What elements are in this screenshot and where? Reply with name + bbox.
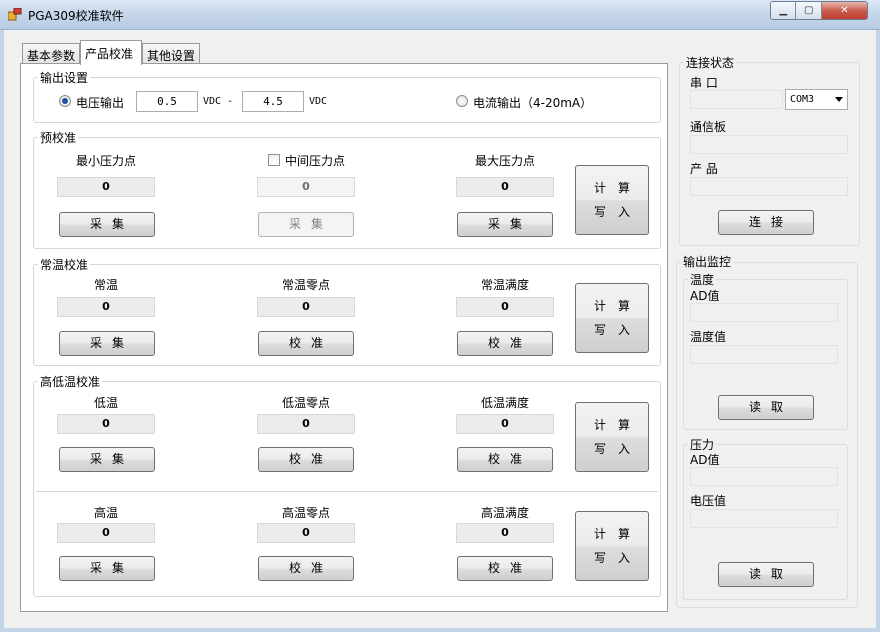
high-low-temp-legend: 高低温校准 (38, 373, 103, 390)
pressure-ad-label: AD值 (690, 453, 720, 467)
port-status-box (690, 90, 783, 109)
write-label: 写入 (593, 323, 642, 337)
vmax-input[interactable]: 4.5 (242, 91, 304, 112)
calc-label: 计算 (593, 181, 642, 195)
normal-temp-value: 0 (57, 297, 155, 317)
low-span-value: 0 (456, 414, 554, 434)
low-temp-value: 0 (57, 414, 155, 434)
current-output-label: 电流输出（4-20mA） (473, 96, 593, 110)
normal-zero-value: 0 (257, 297, 355, 317)
mid-pressure-value: 0 (257, 177, 355, 197)
title-bar (0, 0, 880, 30)
temperature-legend: 温度 (688, 271, 717, 288)
min-pressure-collect-button[interactable]: 采集 (59, 212, 155, 237)
vmin-input[interactable]: 0.5 (136, 91, 198, 112)
write-label: 写入 (593, 205, 642, 219)
mid-pressure-collect-button[interactable]: 采集 (258, 212, 354, 237)
high-span-label: 高温满度 (480, 506, 529, 520)
calc-label: 计算 (593, 299, 642, 313)
pre-calibration-calc-write-button[interactable]: 计算 写入 (575, 165, 649, 235)
vmin-unit: VDC (203, 96, 222, 107)
normal-span-calibrate-button[interactable]: 校准 (457, 331, 553, 356)
max-pressure-value: 0 (456, 177, 554, 197)
temp-ad-value (690, 303, 838, 322)
mid-pressure-checkbox[interactable] (268, 154, 280, 166)
minimize-button[interactable]: ▁ (771, 2, 797, 19)
high-span-value: 0 (456, 523, 554, 543)
mid-pressure-label: 中间压力点 (285, 154, 346, 168)
high-zero-value: 0 (257, 523, 355, 543)
normal-temp-label: 常温 (93, 278, 118, 292)
low-zero-calibrate-button[interactable]: 校准 (258, 447, 354, 472)
normal-temp-calc-write-button[interactable]: 计算 写入 (575, 283, 649, 353)
board-label: 通信板 (690, 120, 727, 134)
com-port-select[interactable]: COM3 (785, 89, 848, 110)
low-zero-value: 0 (257, 414, 355, 434)
temp-ad-label: AD值 (690, 289, 720, 303)
pressure-read-button[interactable]: 读取 (718, 562, 814, 587)
normal-span-value: 0 (456, 297, 554, 317)
close-button[interactable]: ✕ (821, 2, 867, 19)
tab-other-settings[interactable]: 其他设置 (142, 43, 200, 64)
vmax-unit: VDC (309, 96, 328, 107)
tab-basic-params[interactable]: 基本参数 (22, 43, 80, 64)
window-controls: ▁ ▢ ✕ (770, 1, 868, 20)
low-span-calibrate-button[interactable]: 校准 (457, 447, 553, 472)
chevron-down-icon (835, 97, 843, 102)
low-zero-label: 低温零点 (281, 396, 330, 410)
connect-button[interactable]: 连接 (718, 210, 814, 235)
high-temp-calc-write-button[interactable]: 计算 写入 (575, 511, 649, 581)
high-temp-label: 高温 (93, 506, 118, 520)
high-zero-calibrate-button[interactable]: 校准 (258, 556, 354, 581)
connection-status-legend: 连接状态 (684, 54, 737, 71)
voltage-value-box (690, 509, 838, 528)
max-pressure-label: 最大压力点 (474, 154, 535, 168)
high-temp-collect-button[interactable]: 采集 (59, 556, 155, 581)
app-icon (8, 8, 22, 21)
output-settings-legend: 输出设置 (38, 69, 91, 86)
normal-temp-collect-button[interactable]: 采集 (59, 331, 155, 356)
output-monitor-legend: 输出监控 (681, 253, 734, 270)
normal-span-label: 常温满度 (480, 278, 529, 292)
write-label: 写入 (593, 551, 642, 565)
product-status-box (690, 177, 848, 196)
separator (36, 491, 658, 493)
product-label: 产 品 (690, 162, 718, 176)
temp-value-label: 温度值 (690, 330, 727, 344)
current-output-radio[interactable] (456, 95, 468, 107)
high-zero-label: 高温零点 (281, 506, 330, 520)
calc-label: 计算 (593, 527, 642, 541)
range-dash: - (227, 96, 234, 107)
board-status-box (690, 135, 848, 154)
min-pressure-value: 0 (57, 177, 155, 197)
window-title: PGA309校准软件 (28, 9, 124, 23)
temp-read-button[interactable]: 读取 (718, 395, 814, 420)
low-temp-label: 低温 (93, 396, 118, 410)
high-span-calibrate-button[interactable]: 校准 (457, 556, 553, 581)
min-pressure-label: 最小压力点 (75, 154, 136, 168)
high-temp-value: 0 (57, 523, 155, 543)
normal-zero-label: 常温零点 (281, 278, 330, 292)
com-port-select-value: COM3 (790, 94, 815, 105)
low-span-label: 低温满度 (480, 396, 529, 410)
write-label: 写入 (593, 442, 642, 456)
normal-zero-calibrate-button[interactable]: 校准 (258, 331, 354, 356)
low-temp-collect-button[interactable]: 采集 (59, 447, 155, 472)
temp-value-box (690, 345, 838, 364)
max-pressure-collect-button[interactable]: 采集 (457, 212, 553, 237)
port-label: 串 口 (690, 76, 718, 90)
low-temp-calc-write-button[interactable]: 计算 写入 (575, 402, 649, 472)
pre-calibration-legend: 预校准 (38, 129, 79, 146)
pressure-ad-value (690, 467, 838, 486)
voltage-output-label: 电压输出 (76, 96, 125, 110)
normal-temp-legend: 常温校准 (38, 256, 91, 273)
voltage-output-radio[interactable] (59, 95, 71, 107)
maximize-button[interactable]: ▢ (796, 2, 822, 19)
tab-product-calibration[interactable]: 产品校准 (80, 40, 142, 65)
calc-label: 计算 (593, 418, 642, 432)
voltage-value-label: 电压值 (690, 494, 727, 508)
